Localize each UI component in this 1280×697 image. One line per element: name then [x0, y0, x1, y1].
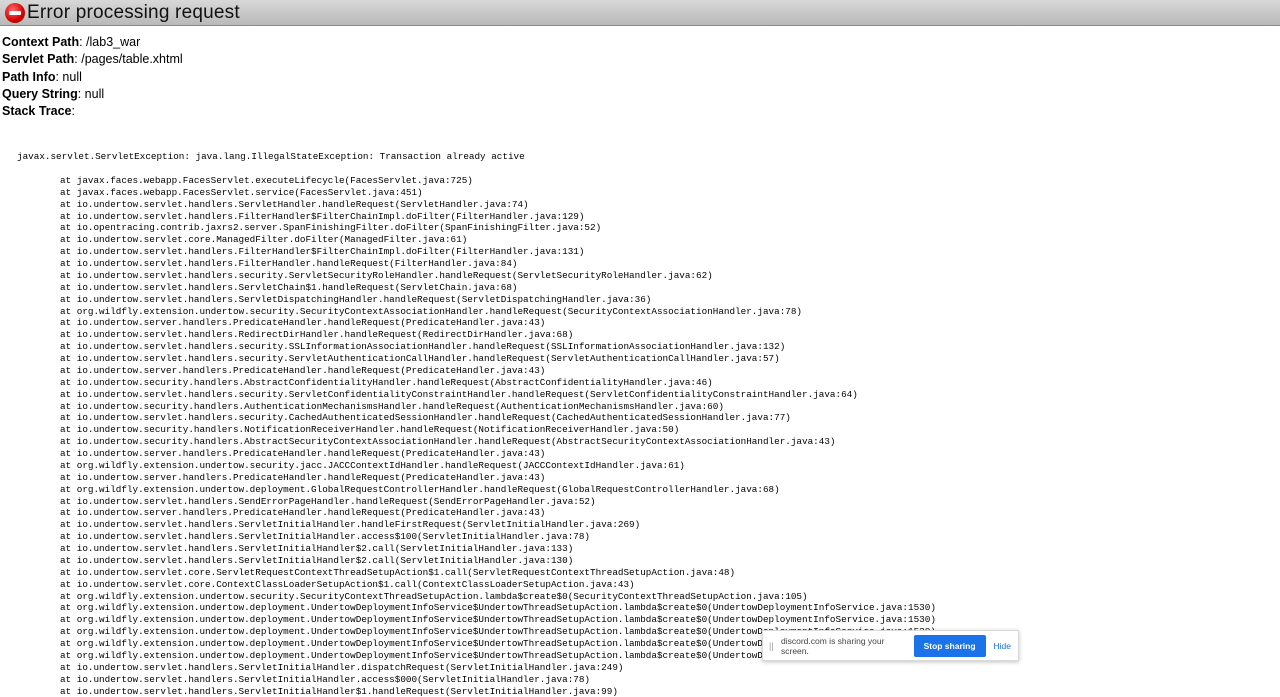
stack-frame: at io.undertow.servlet.core.ServletReque… [60, 566, 736, 578]
info-label: Servlet Path [2, 52, 75, 67]
stack-frame: at io.undertow.servlet.handlers.Redirect… [60, 329, 574, 341]
stack-frame: at io.undertow.servlet.handlers.ServletD… [60, 293, 652, 305]
stack-frame: at io.undertow.servlet.handlers.ServletI… [60, 673, 591, 685]
stop-sharing-button[interactable]: Stop sharing [913, 634, 986, 657]
stack-frame: at io.undertow.server.handlers.Predicate… [60, 364, 546, 376]
stack-frame: at io.undertow.servlet.handlers.ServletI… [60, 661, 624, 673]
stack-frame: at io.undertow.server.handlers.Predicate… [60, 471, 546, 483]
stack-trace: javax.servlet.ServletException: java.lan… [17, 127, 1280, 697]
stack-frame: at io.undertow.servlet.handlers.ServletH… [60, 198, 529, 210]
stack-frame: at io.undertow.servlet.handlers.SendErro… [60, 495, 596, 507]
info-label: Context Path [2, 35, 80, 49]
stack-frame: at org.wildfly.extension.undertow.deploy… [60, 602, 936, 614]
info-stack-trace: Stack Trace: [2, 104, 75, 119]
stack-frame: at io.undertow.servlet.handlers.security… [60, 412, 791, 424]
stack-frame: at io.undertow.servlet.handlers.ServletI… [60, 554, 574, 566]
drag-handle-icon[interactable]: || [769, 641, 777, 651]
info-context-path: Context Path: /lab3_war [2, 35, 141, 49]
stack-frame: at org.wildfly.extension.undertow.securi… [60, 305, 803, 317]
info-label: Path Info [2, 69, 56, 84]
stack-frame: at javax.faces.webapp.FacesServlet.execu… [60, 174, 473, 186]
info-label: Stack Trace [2, 104, 72, 119]
error-stop-icon [5, 2, 25, 23]
screen-share-notification: || discord.com is sharing your screen. S… [762, 630, 1019, 661]
stack-frame: at org.wildfly.extension.undertow.deploy… [60, 483, 780, 495]
info-label: Query String [2, 86, 78, 101]
info-value: /lab3_war [86, 35, 141, 49]
stack-frame: at io.undertow.servlet.handlers.ServletI… [60, 543, 574, 555]
exception-line: javax.servlet.ServletException: java.lan… [17, 151, 525, 163]
stack-frame: at io.undertow.servlet.handlers.security… [60, 269, 713, 281]
stack-frame: at org.wildfly.extension.undertow.deploy… [60, 626, 936, 638]
share-message: discord.com is sharing your screen. [781, 635, 885, 656]
stack-frame: at org.wildfly.extension.undertow.deploy… [60, 614, 936, 626]
stack-frame: at io.undertow.servlet.core.ManagedFilte… [60, 234, 468, 246]
stack-frame: at io.opentracing.contrib.jaxrs2.server.… [60, 222, 602, 234]
stack-frame: at io.undertow.servlet.core.ContextClass… [60, 578, 635, 590]
stack-frame: at io.undertow.security.handlers.Abstrac… [60, 376, 713, 388]
stack-frame: at io.undertow.servlet.handlers.security… [60, 388, 858, 400]
stack-frame: at io.undertow.servlet.handlers.FilterHa… [60, 258, 518, 270]
stack-frame: at io.undertow.servlet.handlers.security… [60, 341, 786, 353]
stack-frame: at javax.faces.webapp.FacesServlet.servi… [60, 186, 423, 198]
stack-frame: at io.undertow.server.handlers.Predicate… [60, 317, 546, 329]
stack-frame: at io.undertow.servlet.handlers.FilterHa… [60, 246, 585, 258]
info-servlet-path: Servlet Path: /pages/table.xhtml [2, 52, 183, 67]
stack-frame: at io.undertow.server.handlers.Predicate… [60, 507, 546, 519]
info-value: /pages/table.xhtml [81, 52, 183, 67]
stack-frame: at io.undertow.servlet.handlers.security… [60, 353, 780, 365]
stack-frame: at io.undertow.servlet.handlers.ServletI… [60, 685, 618, 697]
info-path-info: Path Info: null [2, 69, 82, 84]
stack-frame: at org.wildfly.extension.undertow.deploy… [60, 638, 936, 650]
stack-frame: at org.wildfly.extension.undertow.deploy… [60, 649, 936, 661]
stack-frame: at io.undertow.servlet.handlers.ServletC… [60, 281, 518, 293]
stack-frame: at io.undertow.security.handlers.Notific… [60, 424, 680, 436]
stack-frame: at io.undertow.servlet.handlers.ServletI… [60, 531, 591, 543]
request-info: Context Path: /lab3_war Servlet Path: /p… [0, 26, 1280, 120]
info-query-string: Query String: null [2, 86, 105, 101]
stack-frame: at io.undertow.servlet.handlers.ServletI… [60, 519, 641, 531]
stack-frame: at io.undertow.security.handlers.Authent… [60, 400, 724, 412]
info-value: null [62, 69, 82, 84]
stack-frame: at io.undertow.security.handlers.Abstrac… [60, 436, 836, 448]
info-value: null [84, 86, 105, 101]
stack-frame: at io.undertow.server.handlers.Predicate… [60, 448, 546, 460]
stack-frame: at io.undertow.servlet.handlers.FilterHa… [60, 210, 585, 222]
hide-button[interactable]: Hide [994, 641, 1011, 651]
error-header: Error processing request [0, 0, 1280, 26]
stack-frame: at org.wildfly.extension.undertow.securi… [60, 459, 685, 471]
page-title: Error processing request [27, 1, 240, 23]
stack-frame: at org.wildfly.extension.undertow.securi… [60, 590, 808, 602]
